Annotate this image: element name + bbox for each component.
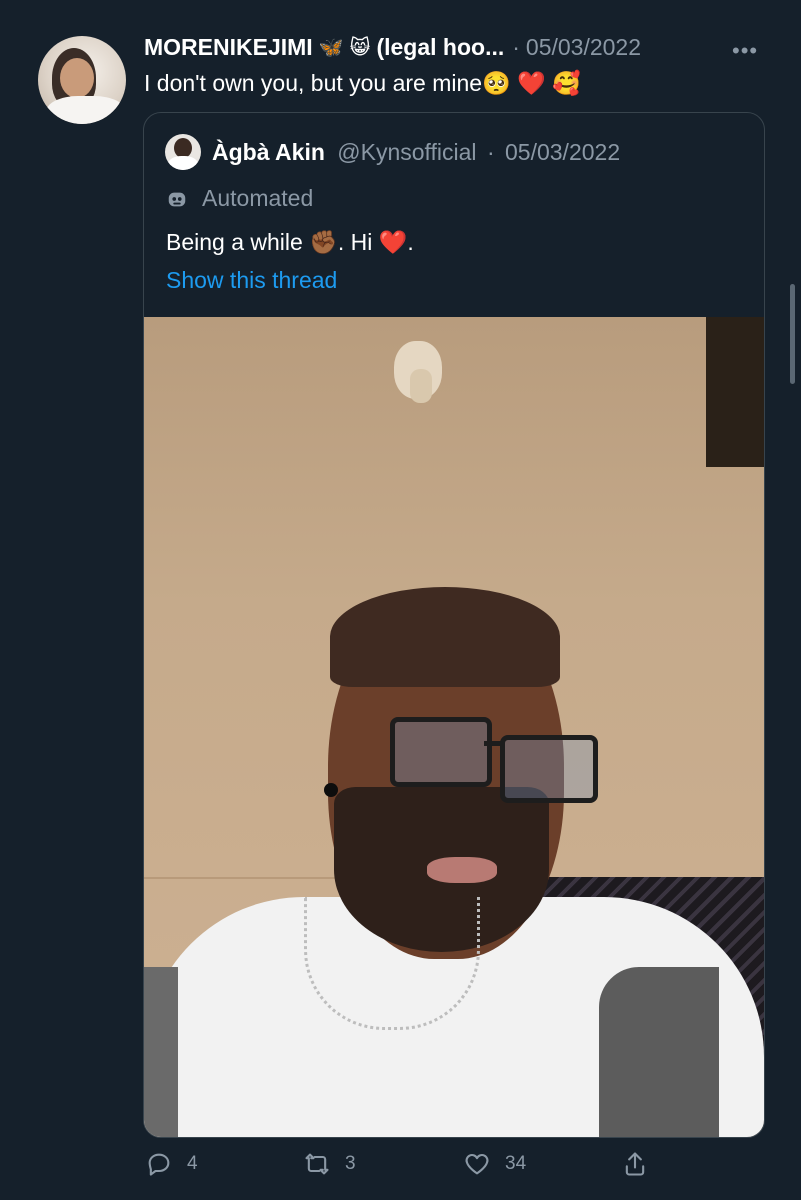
tweet-text: I don't own you, but you are mine🥺 ❤️ 🥰 bbox=[144, 70, 581, 96]
quoted-avatar-head bbox=[174, 138, 192, 158]
butterfly-emoji: 🦋 bbox=[318, 35, 344, 59]
tweet-header: MORENIKEJIMI 🦋 😸 (legal hoo... · 05/03/2… bbox=[144, 33, 764, 61]
automated-text: Automated bbox=[202, 185, 314, 211]
quoted-tweet-timestamp[interactable]: 05/03/2022 bbox=[505, 139, 620, 165]
reply-count: 4 bbox=[187, 1153, 198, 1174]
retweet-button[interactable]: 3 bbox=[303, 1150, 356, 1178]
reply-button[interactable]: 4 bbox=[145, 1150, 198, 1178]
author-display-name-suffix[interactable]: (legal hoo... bbox=[376, 34, 504, 61]
quoted-tweet-text: Being a while ✊🏾. Hi ❤️. bbox=[166, 229, 414, 255]
quoted-tweet-header: Àgbà Akin @Kynsofficial · 05/03/2022 bbox=[212, 139, 620, 166]
author-avatar[interactable] bbox=[38, 36, 126, 124]
tweet-timestamp[interactable]: 05/03/2022 bbox=[526, 34, 641, 61]
photo-corner-shadow bbox=[706, 317, 764, 467]
quoted-author-name[interactable]: Àgbà Akin bbox=[212, 139, 325, 165]
heart-icon bbox=[465, 1153, 489, 1175]
quoted-tweet-photo[interactable] bbox=[144, 317, 764, 1137]
tweet-actions: 4 3 34 bbox=[145, 1150, 665, 1184]
quoted-tweet-card[interactable]: Àgbà Akin @Kynsofficial · 05/03/2022 Aut… bbox=[143, 112, 765, 1138]
quoted-author-avatar[interactable] bbox=[165, 134, 201, 170]
person-right-sleeve bbox=[599, 967, 719, 1137]
reply-icon bbox=[148, 1153, 170, 1176]
quoted-avatar-body bbox=[168, 156, 198, 170]
person-mouth bbox=[427, 857, 497, 883]
show-thread-link[interactable]: Show this thread bbox=[166, 267, 337, 294]
glasses-left-lens bbox=[390, 717, 492, 787]
like-button[interactable]: 34 bbox=[463, 1150, 526, 1178]
person-left-sleeve bbox=[144, 967, 178, 1137]
share-icon bbox=[625, 1152, 645, 1176]
retweet-icon bbox=[305, 1153, 329, 1175]
retweet-count: 3 bbox=[345, 1153, 356, 1174]
glasses-bridge bbox=[484, 741, 502, 746]
ceiling-fixture-bulb bbox=[410, 369, 432, 403]
quoted-timestamp-separator: · bbox=[486, 139, 495, 165]
avatar-shirt bbox=[46, 96, 126, 124]
cat-emoji: 😸 bbox=[349, 35, 371, 59]
author-display-name[interactable]: MORENIKEJIMI bbox=[144, 34, 313, 61]
quoted-author-handle[interactable]: @Kynsofficial bbox=[337, 139, 476, 165]
automated-label: Automated bbox=[166, 185, 313, 212]
avatar-face bbox=[60, 58, 94, 98]
like-count: 34 bbox=[505, 1153, 527, 1174]
more-options-icon[interactable]: ••• bbox=[732, 38, 758, 64]
timestamp-separator: · bbox=[512, 33, 520, 60]
glasses-right-lens bbox=[500, 735, 598, 803]
robot-icon bbox=[168, 192, 186, 206]
share-button[interactable] bbox=[621, 1150, 663, 1178]
earring bbox=[324, 783, 338, 797]
person-hair bbox=[330, 587, 560, 687]
scrollbar[interactable] bbox=[790, 284, 795, 384]
